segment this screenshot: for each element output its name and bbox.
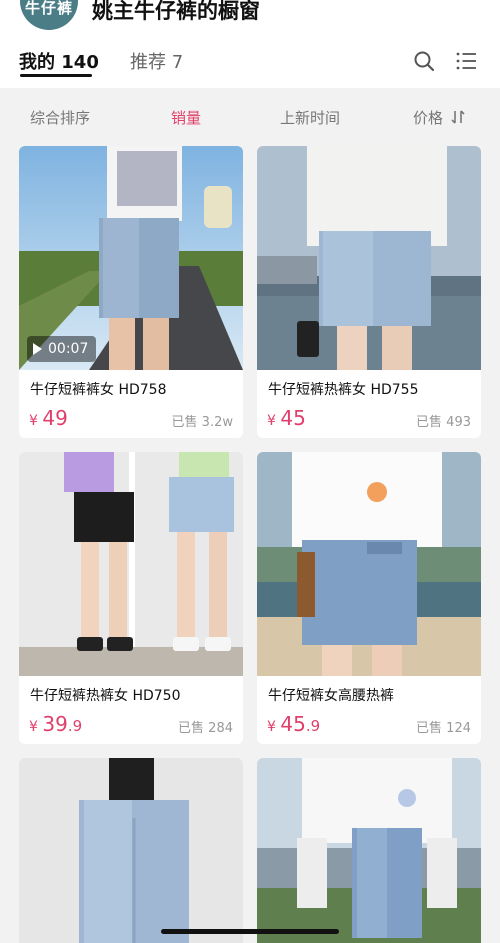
- video-duration: 00:07: [48, 341, 89, 357]
- sold-count: 已售 493: [416, 415, 471, 430]
- price-decimal: .9: [67, 717, 83, 735]
- price-integer: 45: [280, 406, 306, 430]
- sort-price[interactable]: 价格: [413, 107, 443, 128]
- sort-bar: 综合排序 销量 上新时间 价格: [0, 88, 500, 144]
- sort-sales[interactable]: 销量: [171, 107, 201, 128]
- product-price: ¥ 45.9: [267, 712, 320, 736]
- product-image[interactable]: [19, 452, 243, 676]
- avatar-text: 牛仔裤: [24, 0, 73, 17]
- product-card[interactable]: 牛仔短裤热裤女 HD755 ¥ 45 已售 493: [257, 146, 481, 438]
- tab-bar: 我的 140 推荐 7: [0, 30, 500, 88]
- shop-title: 姚主牛仔裤的橱窗: [92, 0, 260, 23]
- video-badge[interactable]: 00:07: [27, 336, 97, 362]
- sold-count: 已售 124: [416, 721, 471, 736]
- product-name[interactable]: 牛仔短裤裤女 HD758: [30, 379, 166, 399]
- product-image[interactable]: 00:07: [19, 146, 243, 370]
- price-integer: 39: [42, 712, 68, 736]
- home-indicator[interactable]: [161, 929, 339, 934]
- sort-overall[interactable]: 综合排序: [30, 107, 90, 128]
- sold-count: 已售 284: [178, 721, 233, 736]
- currency-symbol: ¥: [267, 413, 276, 429]
- product-card[interactable]: [19, 758, 243, 943]
- product-card[interactable]: 00:07 牛仔短裤裤女 HD758 ¥ 49 已售 3.2w: [19, 146, 243, 438]
- product-price: ¥ 45: [267, 406, 306, 430]
- product-image[interactable]: [19, 758, 243, 943]
- product-name[interactable]: 牛仔短裤女高腰热裤: [268, 685, 394, 705]
- shop-header: 牛仔裤 姚主牛仔裤的橱窗: [0, 0, 500, 30]
- shop-avatar[interactable]: 牛仔裤: [20, 0, 78, 30]
- tab-mine[interactable]: 我的 140: [19, 48, 99, 74]
- price-integer: 49: [42, 406, 68, 430]
- sort-order-icon[interactable]: [450, 109, 466, 125]
- product-image[interactable]: [257, 452, 481, 676]
- product-image[interactable]: [257, 146, 481, 370]
- list-icon[interactable]: [455, 50, 477, 72]
- currency-symbol: ¥: [29, 413, 38, 429]
- currency-symbol: ¥: [29, 719, 38, 735]
- active-tab-indicator: [20, 74, 92, 77]
- product-image[interactable]: [257, 758, 481, 943]
- product-name[interactable]: 牛仔短裤热裤女 HD755: [268, 379, 418, 399]
- price-decimal: .9: [305, 717, 321, 735]
- price-integer: 45: [280, 712, 306, 736]
- tab-recommend[interactable]: 推荐 7: [130, 48, 183, 74]
- product-card[interactable]: [257, 758, 481, 943]
- product-price: ¥ 39.9: [29, 712, 82, 736]
- play-icon: [33, 343, 42, 355]
- product-card[interactable]: 牛仔短裤女高腰热裤 ¥ 45.9 已售 124: [257, 452, 481, 744]
- product-price: ¥ 49: [29, 406, 68, 430]
- sort-newest[interactable]: 上新时间: [280, 107, 340, 128]
- product-name[interactable]: 牛仔短裤热裤女 HD750: [30, 685, 180, 705]
- search-icon[interactable]: [413, 50, 435, 72]
- sold-count: 已售 3.2w: [171, 415, 233, 430]
- currency-symbol: ¥: [267, 719, 276, 735]
- product-card[interactable]: 牛仔短裤热裤女 HD750 ¥ 39.9 已售 284: [19, 452, 243, 744]
